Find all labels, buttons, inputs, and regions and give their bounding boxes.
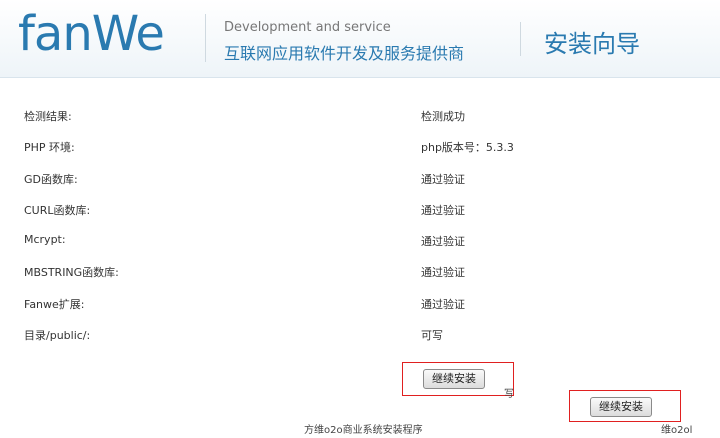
page-header: fanWe Development and service 互联网应用软件开发及… xyxy=(0,0,720,78)
wizard-title: 安装向导 xyxy=(544,30,640,58)
check-value: 检测成功 xyxy=(421,110,465,123)
check-label: Mcrypt: xyxy=(24,233,66,247)
continue-install-button-2[interactable]: 继续安装 xyxy=(590,397,652,417)
check-value: 通过验证 xyxy=(421,203,465,217)
stray-text: 写 xyxy=(504,389,514,400)
fanwe-logo: fanWe xyxy=(18,6,165,62)
check-row: GD函数库: 通过验证 xyxy=(24,163,704,194)
footer-text: 方维o2o商业系统安装程序 xyxy=(304,425,423,436)
tagline-chinese: 互联网应用软件开发及服务提供商 xyxy=(224,44,465,63)
check-row: CURL函数库: 通过验证 xyxy=(24,194,704,225)
tagline-english: Development and service xyxy=(224,20,391,35)
continue-install-button[interactable]: 继续安装 xyxy=(423,369,485,389)
check-label: MBSTRING函数库: xyxy=(24,266,119,280)
header-divider xyxy=(205,14,206,62)
check-row: 检测结果: 检测成功 xyxy=(24,100,704,131)
check-label: 检测结果: xyxy=(24,110,72,123)
environment-check-list: 检测结果: 检测成功 PHP 环境: php版本号：5.3.3 GD函数库: 通… xyxy=(24,100,704,350)
check-label: CURL函数库: xyxy=(24,203,91,217)
check-value: 通过验证 xyxy=(421,235,465,249)
check-value: 通过验证 xyxy=(421,172,465,186)
check-value: 通过验证 xyxy=(421,266,465,280)
check-label: Fanwe扩展: xyxy=(24,297,85,311)
check-label: 目录/public/: xyxy=(24,329,91,343)
check-row: 目录/public/: 可写 xyxy=(24,319,704,350)
check-row: MBSTRING函数库: 通过验证 xyxy=(24,256,704,287)
check-value: 通过验证 xyxy=(421,297,465,311)
check-label: PHP 环境: xyxy=(24,141,75,155)
footer-text-right: 维o2ol xyxy=(661,425,693,436)
check-row: Fanwe扩展: 通过验证 xyxy=(24,288,704,319)
check-row: PHP 环境: php版本号：5.3.3 xyxy=(24,131,704,162)
check-value: 可写 xyxy=(421,329,443,343)
header-divider-right xyxy=(520,22,521,56)
check-label: GD函数库: xyxy=(24,172,78,186)
check-value: php版本号：5.3.3 xyxy=(421,141,514,155)
check-row: Mcrypt: 通过验证 xyxy=(24,225,704,256)
